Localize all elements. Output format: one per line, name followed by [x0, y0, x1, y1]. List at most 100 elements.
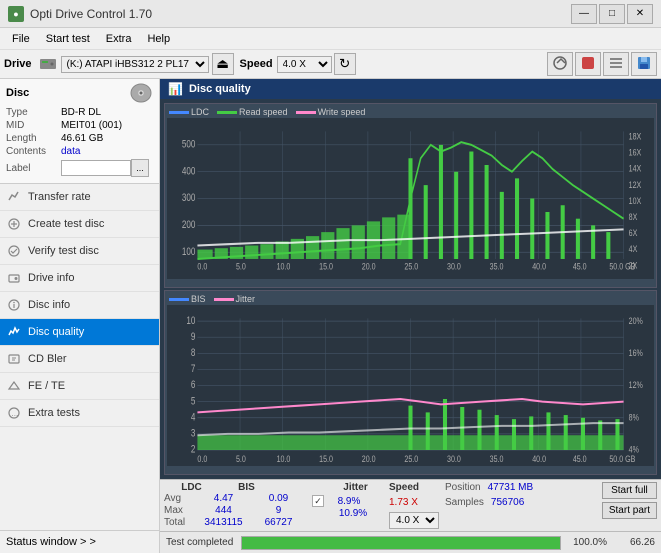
chart1-svg: 500 400 300 200 100 18X 16X 14X 12X 10X …	[167, 118, 654, 279]
svg-text:10: 10	[186, 315, 195, 327]
label-input[interactable]	[61, 160, 131, 176]
svg-text:18X: 18X	[629, 130, 642, 141]
svg-text:15.0: 15.0	[319, 453, 333, 464]
sidebar-item-disc-info[interactable]: Disc info	[0, 292, 159, 319]
close-button[interactable]: ✕	[627, 4, 653, 24]
drive-select[interactable]: (K:) ATAPI iHBS312 2 PL17	[61, 56, 209, 73]
svg-text:6X: 6X	[629, 227, 638, 238]
svg-text:5.0: 5.0	[236, 261, 246, 272]
menu-start-test[interactable]: Start test	[38, 31, 98, 47]
disc-section: Disc Type BD-R DL MID MEIT01 (001) Leng	[0, 79, 159, 184]
sidebar-item-drive-info[interactable]: Drive info	[0, 265, 159, 292]
menu-file[interactable]: File	[4, 31, 38, 47]
total-ldc-value: 3413115	[196, 517, 251, 528]
create-test-disc-label: Create test disc	[28, 218, 104, 230]
svg-text:5.0: 5.0	[236, 453, 246, 464]
speed-select[interactable]: 4.0 X	[277, 56, 332, 73]
contents-label: Contents	[6, 146, 61, 157]
jitter-legend-label: Jitter	[236, 294, 256, 304]
svg-text:45.0: 45.0	[573, 261, 587, 272]
jitter-checkbox[interactable]: ✓	[312, 495, 324, 507]
chart2-legend: BIS Jitter	[167, 293, 654, 305]
write-speed-legend-color	[296, 111, 316, 114]
svg-text:3: 3	[191, 428, 196, 440]
sidebar-item-verify-test-disc[interactable]: Verify test disc	[0, 238, 159, 265]
svg-text:40.0: 40.0	[532, 261, 546, 272]
sidebar-item-disc-quality[interactable]: Disc quality	[0, 319, 159, 346]
speed-current-value: 1.73 X	[389, 497, 418, 508]
ldc-column-header: LDC	[164, 482, 219, 493]
fe-te-label: FE / TE	[28, 380, 65, 392]
label-browse-button[interactable]: ...	[131, 159, 149, 177]
drive-info-icon	[6, 270, 22, 286]
avg-bis-value: 0.09	[251, 493, 306, 504]
svg-text:5: 5	[191, 395, 196, 407]
mid-value: MEIT01 (001)	[61, 120, 122, 131]
length-label: Length	[6, 133, 61, 144]
svg-text:8: 8	[191, 347, 196, 359]
toolbar-btn-1[interactable]	[547, 52, 573, 76]
sidebar-item-create-test-disc[interactable]: Create test disc	[0, 211, 159, 238]
mid-label: MID	[6, 120, 61, 131]
jitter-block: Jitter ✓ 8.9% 10.9%	[312, 482, 383, 520]
minimize-button[interactable]: —	[571, 4, 597, 24]
svg-text:16%: 16%	[629, 347, 644, 358]
length-value: 46.61 GB	[61, 133, 103, 144]
start-full-button[interactable]: Start full	[602, 482, 657, 499]
toolbar-btn-3[interactable]	[603, 52, 629, 76]
sidebar-item-fe-te[interactable]: FE / TE	[0, 373, 159, 400]
toolbar-btn-2[interactable]	[575, 52, 601, 76]
samples-value: 756706	[491, 497, 524, 508]
cd-bler-label: CD Bler	[28, 353, 67, 365]
read-speed-legend-color	[217, 111, 237, 114]
app-icon: ●	[8, 6, 24, 22]
chart-header: 📊 Disc quality	[160, 79, 661, 99]
eject-button[interactable]: ⏏	[212, 53, 234, 75]
progress-bar-fill	[242, 537, 560, 549]
sidebar-item-transfer-rate[interactable]: Transfer rate	[0, 184, 159, 211]
disc-icon	[129, 83, 153, 103]
disc-info-icon	[6, 297, 22, 313]
sidebar-item-cd-bler[interactable]: CD Bler	[0, 346, 159, 373]
start-part-button[interactable]: Start part	[602, 502, 657, 519]
svg-text:30.0: 30.0	[447, 261, 461, 272]
toolbar-btn-save[interactable]	[631, 52, 657, 76]
create-test-disc-icon	[6, 216, 22, 232]
svg-text:35.0: 35.0	[490, 453, 504, 464]
svg-text:12X: 12X	[629, 179, 642, 190]
maximize-button[interactable]: □	[599, 4, 625, 24]
samples-label: Samples	[445, 497, 484, 508]
svg-text:12%: 12%	[629, 379, 644, 390]
action-buttons: Start full Start part	[602, 482, 657, 519]
svg-text:200: 200	[182, 219, 196, 231]
avg-label: Avg	[164, 493, 196, 504]
svg-text:8%: 8%	[629, 411, 640, 422]
svg-text:20.0: 20.0	[362, 453, 376, 464]
menu-extra[interactable]: Extra	[98, 31, 140, 47]
svg-text:9: 9	[191, 331, 196, 343]
bis-legend-color	[169, 298, 189, 301]
svg-text:30.0: 30.0	[447, 453, 461, 464]
svg-text:7: 7	[191, 363, 196, 375]
speed-refresh-button[interactable]: ↻	[334, 53, 356, 75]
speed-dropdown[interactable]: 4.0 X	[389, 512, 439, 529]
score-value: 66.26	[615, 537, 655, 548]
sidebar-item-extra-tests[interactable]: ... Extra tests	[0, 400, 159, 427]
svg-text:15.0: 15.0	[319, 261, 333, 272]
app-title: Opti Drive Control 1.70	[30, 7, 152, 21]
bis-legend-label: BIS	[191, 294, 206, 304]
svg-text:25.0: 25.0	[404, 261, 418, 272]
total-bis-value: 66727	[251, 517, 306, 528]
menu-help[interactable]: Help	[139, 31, 178, 47]
svg-text:2: 2	[191, 444, 196, 456]
status-window-button[interactable]: Status window > >	[0, 530, 159, 553]
status-window-label: Status window > >	[6, 536, 96, 548]
position-label: Position	[445, 482, 481, 493]
jitter-column-header: Jitter	[328, 482, 383, 493]
svg-text:...: ...	[12, 409, 19, 418]
transfer-rate-label: Transfer rate	[28, 191, 91, 203]
stats-total-row: Total 3413115 66727	[164, 517, 306, 528]
svg-text:500: 500	[182, 139, 196, 151]
svg-text:100: 100	[182, 246, 196, 258]
svg-text:50.0 GB: 50.0 GB	[609, 453, 635, 464]
